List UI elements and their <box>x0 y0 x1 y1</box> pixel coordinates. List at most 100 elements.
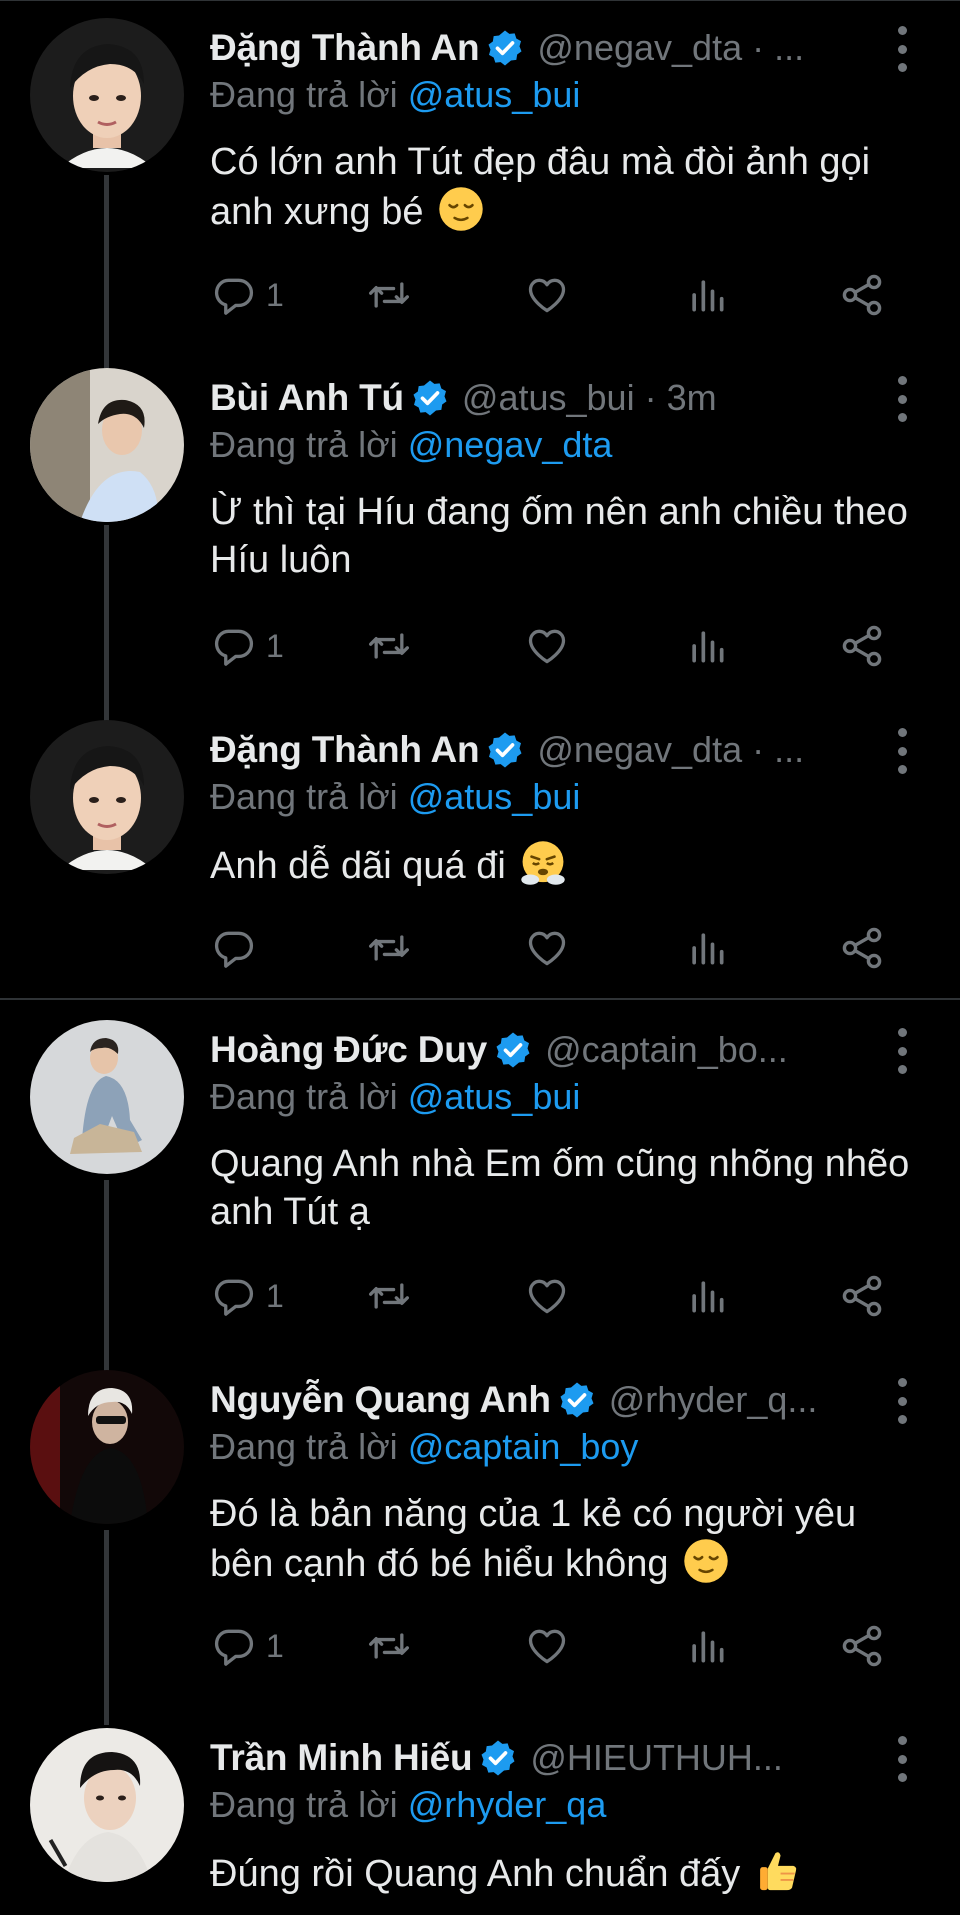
reply-button[interactable]: 1 <box>212 1268 284 1324</box>
retweet-button[interactable] <box>365 1618 413 1674</box>
like-button[interactable] <box>525 920 569 976</box>
reply-icon <box>214 629 254 666</box>
more-options-icon[interactable] <box>892 26 912 72</box>
views-button[interactable] <box>685 1268 729 1324</box>
share-button[interactable] <box>838 920 886 976</box>
tweet[interactable]: Bùi Anh Tú @atus_bui · 3m Đang trả lời @… <box>0 350 960 702</box>
avatar[interactable] <box>30 1020 184 1174</box>
retweet-button[interactable] <box>365 267 413 323</box>
handle[interactable]: @rhyder_q... <box>609 1379 818 1421</box>
display-name[interactable]: Trần Minh Hiếu <box>210 1737 473 1779</box>
like-button[interactable] <box>525 1618 569 1674</box>
reply-button[interactable]: 1 <box>212 618 284 674</box>
avatar[interactable] <box>30 1728 184 1882</box>
reply-mention-link[interactable]: @atus_bui <box>408 776 581 817</box>
verified-badge-icon <box>560 1382 594 1418</box>
reply-button[interactable]: 1 <box>212 267 284 323</box>
tweet-header: Đặng Thành An @negav_dta · ... <box>210 724 900 776</box>
tweet-header: Trần Minh Hiếu @HIEUTHUH... <box>210 1732 900 1784</box>
replying-label: Đang trả lời <box>210 776 398 817</box>
tweet[interactable]: Đặng Thành An @negav_dta · ... Đang trả … <box>0 0 960 350</box>
verified-badge-icon <box>488 732 522 768</box>
share-button[interactable] <box>838 267 886 323</box>
tweet[interactable]: Nguyễn Quang Anh @rhyder_q... Đang trả l… <box>0 1352 960 1702</box>
retweet-icon <box>369 1283 409 1309</box>
replying-to: Đang trả lời @atus_bui <box>210 74 580 116</box>
retweet-icon <box>369 633 409 659</box>
reply-icon <box>214 278 254 315</box>
tweet-actions: 1 <box>210 1268 900 1324</box>
views-button[interactable] <box>685 267 729 323</box>
share-button[interactable] <box>838 1618 886 1674</box>
handle[interactable]: @captain_bo... <box>545 1029 788 1071</box>
reply-count: 1 <box>266 627 284 664</box>
replying-to: Đang trả lời @atus_bui <box>210 1076 580 1118</box>
retweet-button[interactable] <box>365 920 413 976</box>
display-name[interactable]: Hoàng Đức Duy <box>210 1029 487 1071</box>
tweet[interactable]: Đặng Thành An @negav_dta · ... Đang trả … <box>0 702 960 998</box>
reply-mention-link[interactable]: @atus_bui <box>408 74 581 115</box>
replying-to: Đang trả lời @negav_dta <box>210 424 612 466</box>
reply-mention-link[interactable]: @atus_bui <box>408 1076 581 1117</box>
retweet-button[interactable] <box>365 618 413 674</box>
handle[interactable]: @negav_dta · ... <box>537 27 804 69</box>
verified-badge-icon <box>481 1740 515 1776</box>
like-button[interactable] <box>525 267 569 323</box>
heart-icon <box>528 1279 566 1314</box>
like-button[interactable] <box>525 618 569 674</box>
tweet-header: Nguyễn Quang Anh @rhyder_q... <box>210 1374 900 1426</box>
display-name[interactable]: Nguyễn Quang Anh <box>210 1379 551 1421</box>
avatar[interactable] <box>30 18 184 172</box>
avatar[interactable] <box>30 720 184 874</box>
more-options-icon[interactable] <box>892 1028 912 1074</box>
tweet-actions <box>210 920 900 976</box>
tweet-text: Có lớn anh Tút đẹp đâu mà đòi ảnh gọi an… <box>210 138 920 236</box>
heart-icon <box>528 1629 566 1664</box>
share-button[interactable] <box>838 618 886 674</box>
reply-button[interactable] <box>212 920 266 976</box>
tweet-header: Đặng Thành An @negav_dta · ... <box>210 22 900 74</box>
replying-to: Đang trả lời @rhyder_qa <box>210 1784 606 1826</box>
reply-mention-link[interactable]: @captain_boy <box>408 1426 639 1467</box>
more-options-icon[interactable] <box>892 1378 912 1424</box>
reply-icon <box>214 1279 254 1316</box>
tweet-text-body: Đó là bản năng của 1 kẻ có người yêu bên… <box>210 1493 857 1585</box>
relieved-face-icon <box>684 1539 728 1583</box>
like-button[interactable] <box>525 1268 569 1324</box>
reply-mention-link[interactable]: @negav_dta <box>408 424 613 465</box>
views-button[interactable] <box>685 618 729 674</box>
more-options-icon[interactable] <box>892 376 912 422</box>
display-name[interactable]: Đặng Thành An <box>210 27 480 69</box>
reply-count: 1 <box>266 1277 284 1314</box>
tweet-text-body: Ừ thì tại Híu đang ốm nên anh chiều theo… <box>210 491 908 581</box>
share-icon <box>842 1275 882 1317</box>
tweet-text: Quang Anh nhà Em ốm cũng nhõng nhẽo anh … <box>210 1140 920 1236</box>
tweet-actions: 1 <box>210 267 900 323</box>
analytics-icon <box>692 1631 724 1663</box>
tweet[interactable]: Trần Minh Hiếu @HIEUTHUH... Đang trả lời… <box>0 1702 960 1915</box>
tweet[interactable]: Hoàng Đức Duy @captain_bo... Đang trả lờ… <box>0 1002 960 1352</box>
reply-button[interactable]: 1 <box>212 1618 284 1674</box>
display-name[interactable]: Bùi Anh Tú <box>210 377 404 419</box>
views-button[interactable] <box>685 1618 729 1674</box>
handle[interactable]: @HIEUTHUH... <box>530 1737 783 1779</box>
reply-mention-link[interactable]: @rhyder_qa <box>408 1784 607 1825</box>
handle[interactable]: @negav_dta · ... <box>537 729 804 771</box>
avatar[interactable] <box>30 1370 184 1524</box>
display-name[interactable]: Đặng Thành An <box>210 729 480 771</box>
handle[interactable]: @atus_bui · 3m <box>462 377 717 419</box>
replying-label: Đang trả lời <box>210 1784 398 1825</box>
share-icon <box>842 927 882 969</box>
retweet-button[interactable] <box>365 1268 413 1324</box>
more-options-icon[interactable] <box>892 728 912 774</box>
reply-count: 1 <box>266 1627 284 1664</box>
replying-label: Đang trả lời <box>210 74 398 115</box>
tweet-text: Ừ thì tại Híu đang ốm nên anh chiều theo… <box>210 488 920 584</box>
avatar[interactable] <box>30 368 184 522</box>
reply-icon <box>214 1629 254 1666</box>
more-options-icon[interactable] <box>892 1736 912 1782</box>
share-button[interactable] <box>838 1268 886 1324</box>
tweet-text-body: Anh dễ dãi quá đi <box>210 845 506 887</box>
views-button[interactable] <box>685 920 729 976</box>
tweet-actions: 1 <box>210 1618 900 1674</box>
